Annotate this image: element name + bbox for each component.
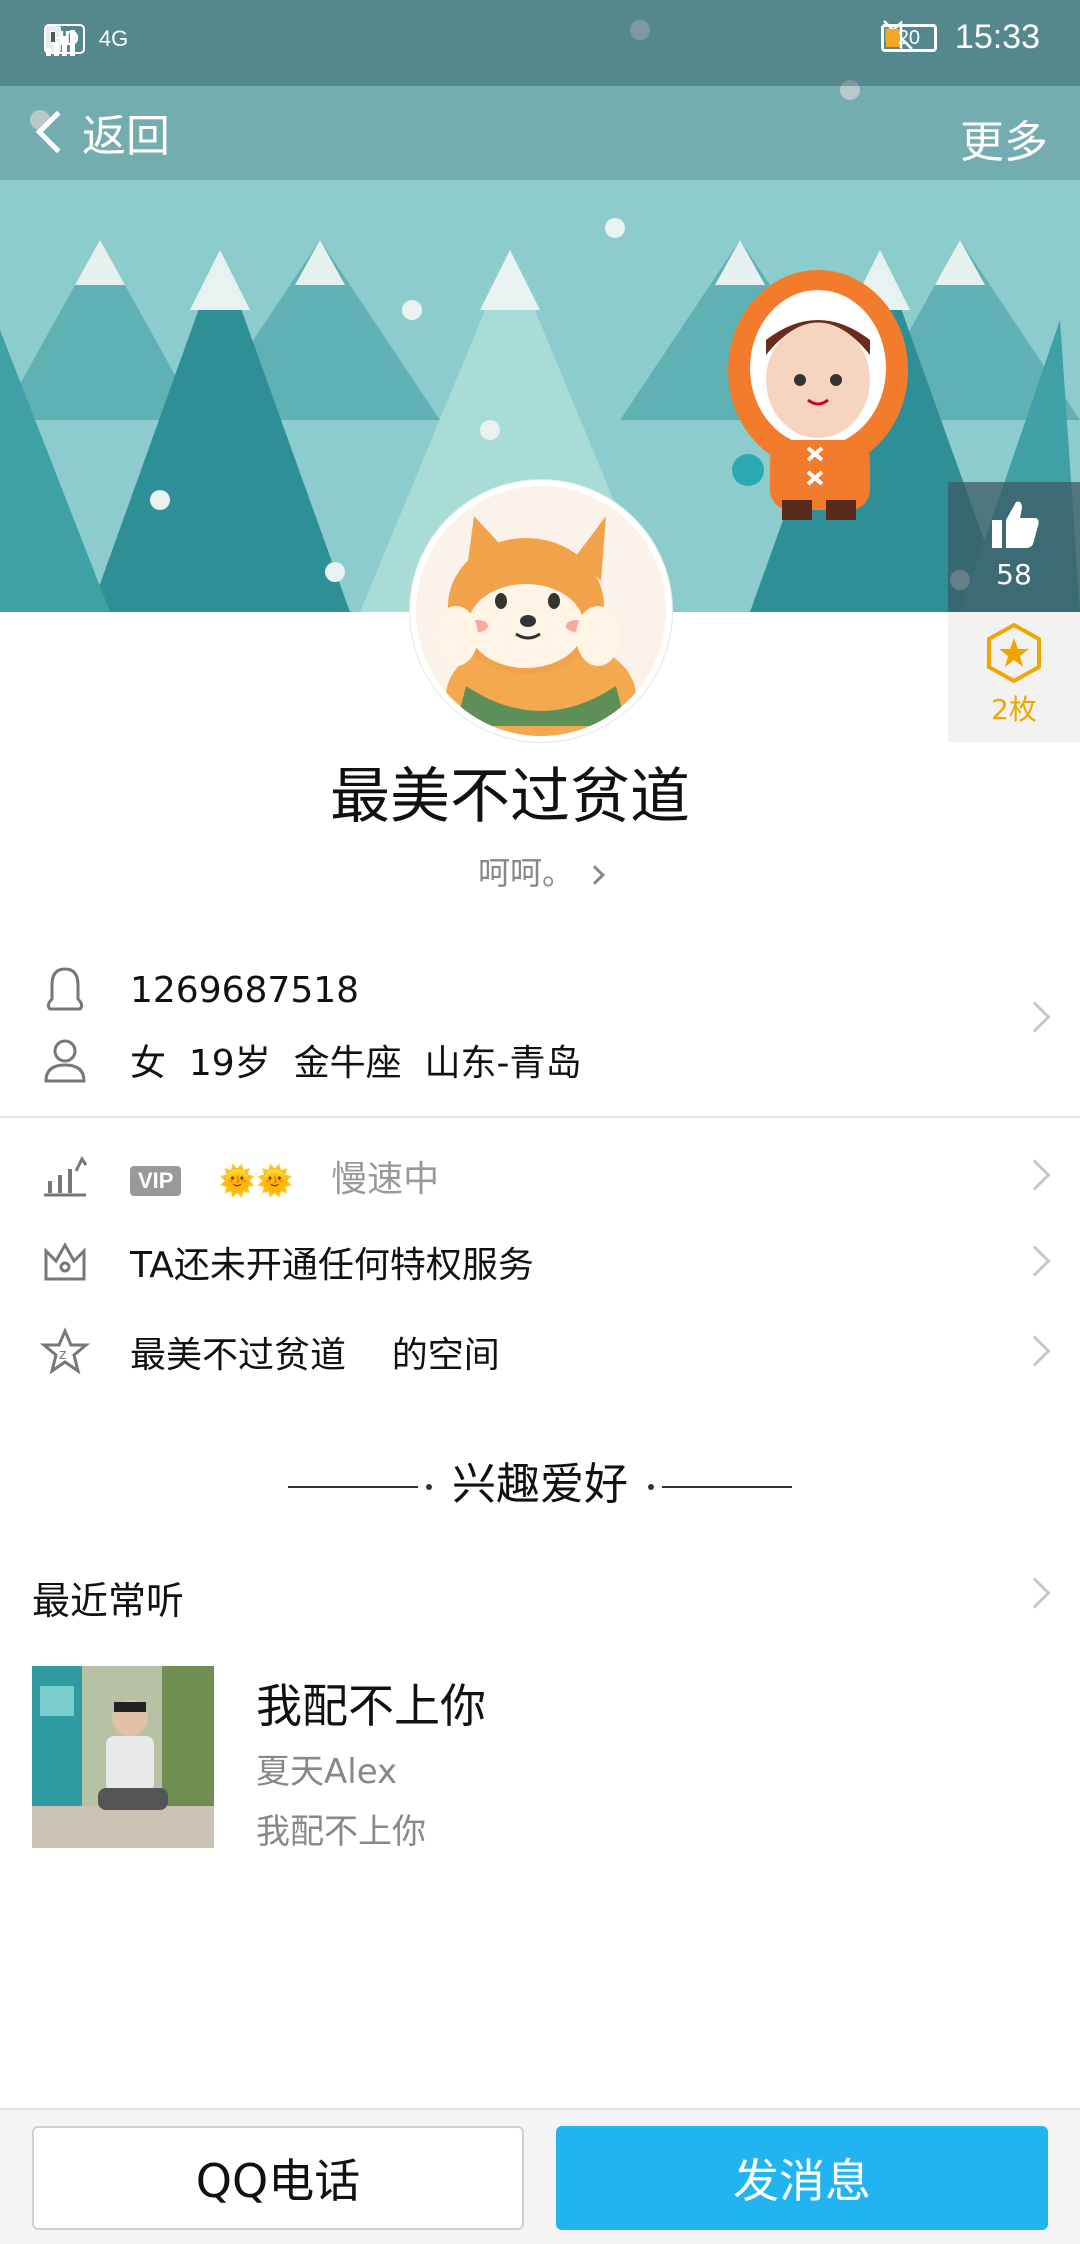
qzone-star-icon: z bbox=[40, 1327, 90, 1375]
signature-row[interactable]: 呵呵。 bbox=[0, 848, 1080, 894]
signature-text: 呵呵。 bbox=[477, 854, 574, 892]
space-owner: 最美不过贫道 bbox=[130, 1335, 347, 1376]
like-button[interactable]: 58 bbox=[948, 482, 1080, 612]
sun-level-icon: 🌞🌞 bbox=[218, 1163, 294, 1199]
chevron-right-icon bbox=[1019, 1245, 1051, 1277]
sim-icon bbox=[45, 26, 61, 52]
battery-icon: 20 bbox=[880, 23, 937, 52]
level-status: 慢速中 bbox=[331, 1159, 440, 1200]
profile-details: 女 19岁 金牛座 山东-青岛 bbox=[130, 1034, 582, 1086]
zodiac: 金牛座 bbox=[293, 1043, 402, 1084]
qq-call-button[interactable]: QQ电话 bbox=[32, 2126, 524, 2230]
level-chart-icon bbox=[44, 1156, 88, 1197]
badge-count: 2枚 bbox=[991, 693, 1037, 726]
clock: 15:33 bbox=[954, 18, 1040, 56]
star-badge-icon bbox=[987, 622, 1041, 684]
qzone-row[interactable]: z 最美不过贫道 的空间 bbox=[0, 1322, 1080, 1382]
chevron-right-icon bbox=[585, 865, 605, 885]
shiba-avatar-image bbox=[416, 486, 666, 736]
send-message-button[interactable]: 发消息 bbox=[556, 2126, 1048, 2230]
interests-heading: 兴趣爱好 bbox=[0, 1448, 1080, 1512]
recent-listen-title[interactable]: 最近常听 bbox=[32, 1570, 184, 1625]
nickname: 最美不过贫道 bbox=[330, 762, 690, 832]
song-title: 我配不上你 bbox=[256, 1679, 486, 1733]
top-navbar: 返回 更多 bbox=[0, 86, 1080, 180]
privilege-row[interactable]: TA还未开通任何特权服务 bbox=[0, 1232, 1080, 1292]
status-bar: HD 4G 20 15:33 bbox=[0, 0, 1080, 86]
song-artist: 夏天Alex bbox=[256, 1752, 398, 1792]
level-row[interactable]: VIP 🌞🌞 慢速中 bbox=[0, 1146, 1080, 1206]
qq-number: 1269687518 bbox=[130, 969, 360, 1011]
qq-number-row: 1269687518 bbox=[0, 950, 1080, 1030]
space-suffix: 的空间 bbox=[391, 1335, 500, 1376]
song-cover-image[interactable] bbox=[32, 1666, 214, 1848]
chevron-right-icon bbox=[1019, 1159, 1051, 1191]
bottom-action-bar: QQ电话 发消息 bbox=[0, 2108, 1080, 2244]
badge-button[interactable]: 2枚 bbox=[948, 612, 1080, 742]
network-type: 4G bbox=[98, 26, 129, 51]
chevron-right-icon bbox=[1019, 1335, 1051, 1367]
thumbs-up-icon bbox=[992, 501, 1039, 548]
gender: 女 bbox=[130, 1043, 167, 1084]
profile-details-row[interactable]: 女 19岁 金牛座 山东-青岛 bbox=[0, 1030, 1080, 1090]
location: 山东-青岛 bbox=[424, 1043, 582, 1084]
crown-icon bbox=[44, 1241, 86, 1281]
divider bbox=[0, 1116, 1080, 1118]
person-icon bbox=[44, 1039, 86, 1083]
side-panel: 58 2枚 bbox=[948, 482, 1080, 742]
back-label: 返回 bbox=[82, 111, 170, 162]
svg-text:z: z bbox=[59, 1347, 66, 1363]
back-button[interactable]: 返回 bbox=[26, 100, 170, 164]
vip-badge: VIP bbox=[130, 1166, 182, 1196]
more-button[interactable]: 更多 bbox=[960, 106, 1048, 170]
privilege-text: TA还未开通任何特权服务 bbox=[130, 1245, 534, 1286]
chevron-left-icon bbox=[35, 110, 79, 154]
avatar[interactable] bbox=[410, 480, 672, 742]
age: 19岁 bbox=[188, 1043, 271, 1084]
chevron-right-icon bbox=[1019, 1577, 1051, 1609]
penguin-icon bbox=[46, 967, 84, 1011]
song-album: 我配不上你 bbox=[256, 1812, 426, 1852]
like-count: 58 bbox=[996, 558, 1032, 591]
